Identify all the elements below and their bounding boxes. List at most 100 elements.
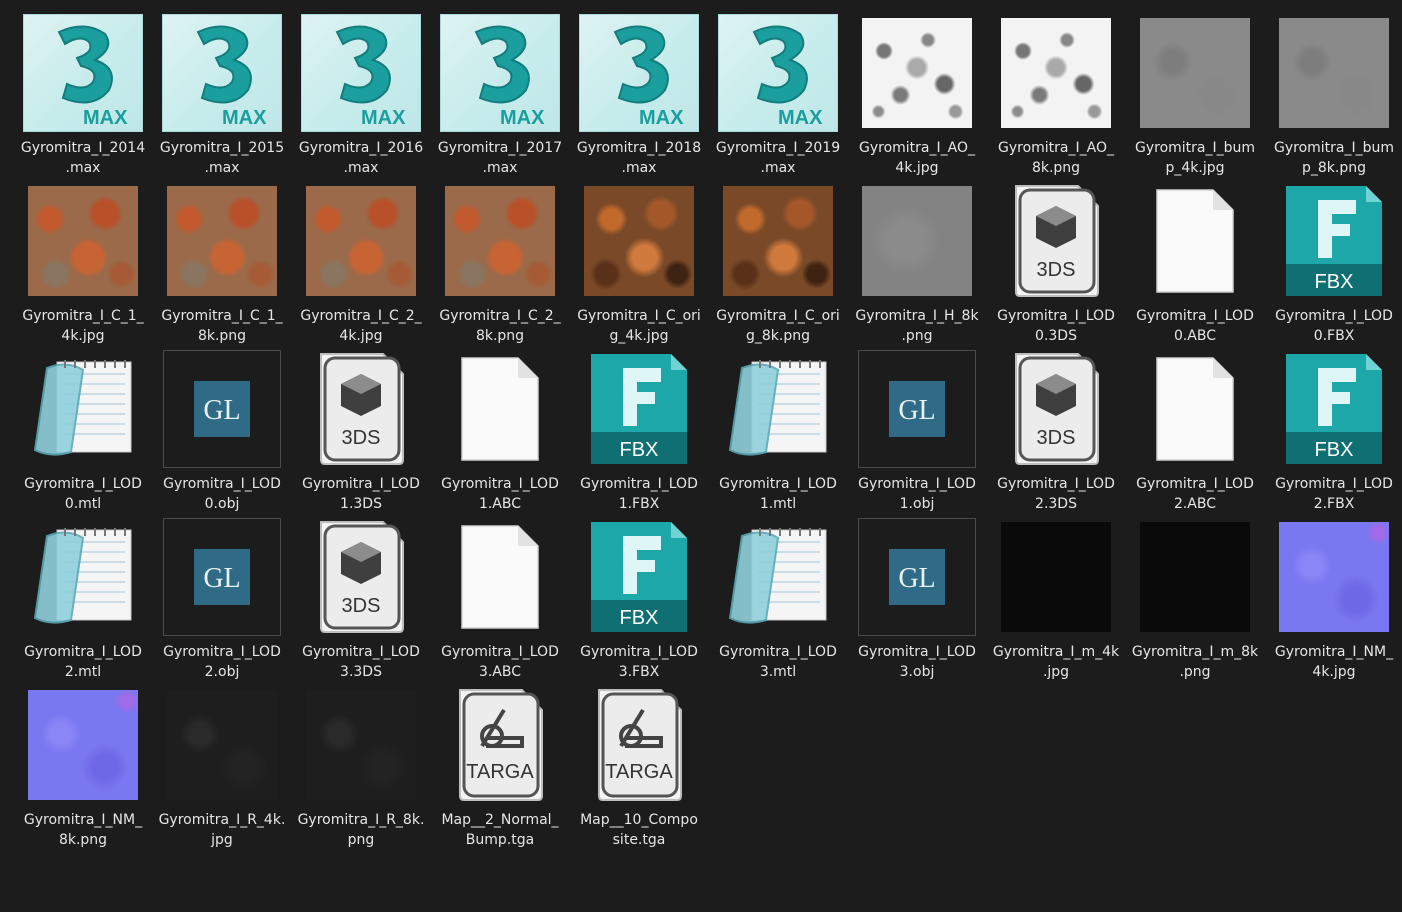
file-item[interactable]: TARGA Map__2_Normal_ Bump.tga: [432, 680, 568, 848]
file-item[interactable]: Gyromitra_I_LOD 2.mtl: [15, 512, 151, 680]
3dsmax-icon: MAX: [436, 11, 564, 135]
notepad-icon: [19, 515, 147, 639]
file-item[interactable]: Gyromitra_I_LOD 2.ABC: [1127, 344, 1263, 512]
file-item[interactable]: Gyromitra_I_LOD 0.mtl: [15, 344, 151, 512]
3dsmax-icon: MAX: [714, 11, 842, 135]
texture-normal-thumbnail: [1270, 515, 1398, 639]
file-name-label: Gyromitra_I_LOD 0.ABC: [1136, 308, 1254, 344]
texture-color-thumbnail: [436, 179, 564, 303]
texture-rough-thumbnail: [297, 683, 425, 807]
file-item[interactable]: Gyromitra_I_LOD 3.ABC: [432, 512, 568, 680]
file-name-label: Gyromitra_I_LOD 1.FBX: [580, 476, 698, 512]
file-item[interactable]: Gyromitra_I_C_ori g_4k.jpg: [571, 176, 707, 344]
file-name-label: Gyromitra_I_LOD 3.ABC: [441, 644, 559, 680]
file-item[interactable]: TARGA Map__10_Compo site.tga: [571, 680, 707, 848]
file-item[interactable]: Gyromitra_I_NM_ 4k.jpg: [1266, 512, 1402, 680]
file-item[interactable]: Gyromitra_I_m_4k .jpg: [988, 512, 1124, 680]
file-item[interactable]: Gyromitra_I_C_2_ 8k.png: [432, 176, 568, 344]
glx-icon: GL: [158, 347, 286, 471]
max-badge-text: MAX: [222, 107, 267, 129]
file-name-label: Gyromitra_I_2016 .max: [298, 140, 424, 176]
file-item[interactable]: GL Gyromitra_I_LOD 2.obj: [154, 512, 290, 680]
file-item[interactable]: Gyromitra_I_H_8k .png: [849, 176, 985, 344]
file-item[interactable]: Gyromitra_I_bum p_4k.jpg: [1127, 8, 1263, 176]
file-name-label: Gyromitra_I_LOD 0.FBX: [1275, 308, 1393, 344]
file-item[interactable]: Gyromitra_I_m_8k .png: [1127, 512, 1263, 680]
file-name-label: Map__2_Normal_ Bump.tga: [441, 812, 559, 848]
file-item[interactable]: MAX Gyromitra_I_2016 .max: [293, 8, 429, 176]
glx-badge-text: GL: [898, 563, 935, 594]
file-item[interactable]: Gyromitra_I_NM_ 8k.png: [15, 680, 151, 848]
file-item[interactable]: 3DS Gyromitra_I_LOD 0.3DS: [988, 176, 1124, 344]
file-name-label: Gyromitra_I_bum p_8k.png: [1273, 140, 1395, 176]
file-item[interactable]: Gyromitra_I_LOD 0.ABC: [1127, 176, 1263, 344]
file-item[interactable]: GL Gyromitra_I_LOD 0.obj: [154, 344, 290, 512]
blank-file-icon: [1131, 179, 1259, 303]
file-name-label: Gyromitra_I_m_4k .jpg: [992, 644, 1120, 680]
file-item[interactable]: Gyromitra_I_R_8k. png: [293, 680, 429, 848]
file-item[interactable]: FBX Gyromitra_I_LOD 1.FBX: [571, 344, 707, 512]
file-name-label: Gyromitra_I_LOD 3.mtl: [719, 644, 837, 680]
texture-color-thumbnail: [19, 179, 147, 303]
fbx-icon: FBX: [1270, 179, 1398, 303]
file-item[interactable]: 3DS Gyromitra_I_LOD 3.3DS: [293, 512, 429, 680]
fbx-icon: FBX: [575, 347, 703, 471]
3ds-file-icon: 3DS: [297, 347, 425, 471]
3ds-file-icon: 3DS: [992, 179, 1120, 303]
file-name-label: Gyromitra_I_C_ori g_4k.jpg: [577, 308, 701, 344]
file-name-label: Gyromitra_I_LOD 0.obj: [163, 476, 281, 512]
max-badge-text: MAX: [83, 107, 128, 129]
targa-icon: TARGA: [436, 683, 564, 807]
file-name-label: Gyromitra_I_m_8k .png: [1131, 644, 1259, 680]
file-name-label: Gyromitra_I_2019 .max: [715, 140, 841, 176]
texture-ao-thumbnail: [853, 11, 981, 135]
file-item[interactable]: Gyromitra_I_LOD 1.mtl: [710, 344, 846, 512]
file-item[interactable]: Gyromitra_I_LOD 3.mtl: [710, 512, 846, 680]
file-name-label: Gyromitra_I_LOD 1.ABC: [441, 476, 559, 512]
file-item[interactable]: Gyromitra_I_LOD 1.ABC: [432, 344, 568, 512]
file-item[interactable]: Gyromitra_I_bum p_8k.png: [1266, 8, 1402, 176]
texture-color-thumbnail: [158, 179, 286, 303]
file-name-label: Gyromitra_I_C_1_ 4k.jpg: [22, 308, 144, 344]
texture-corig-thumbnail: [714, 179, 842, 303]
3dsmax-icon: MAX: [19, 11, 147, 135]
file-name-label: Gyromitra_I_LOD 2.obj: [163, 644, 281, 680]
3dsmax-icon: MAX: [297, 11, 425, 135]
glx-icon: GL: [853, 347, 981, 471]
texture-height-thumbnail: [853, 179, 981, 303]
max-badge-text: MAX: [778, 107, 823, 129]
texture-ao-thumbnail: [992, 11, 1120, 135]
file-item[interactable]: 3DS Gyromitra_I_LOD 1.3DS: [293, 344, 429, 512]
file-item[interactable]: Gyromitra_I_C_2_ 4k.jpg: [293, 176, 429, 344]
file-item[interactable]: FBX Gyromitra_I_LOD 0.FBX: [1266, 176, 1402, 344]
fbx-badge-text: FBX: [1315, 271, 1354, 293]
file-item[interactable]: 3DS Gyromitra_I_LOD 2.3DS: [988, 344, 1124, 512]
max-badge-text: MAX: [361, 107, 406, 129]
file-item[interactable]: MAX Gyromitra_I_2018 .max: [571, 8, 707, 176]
3ds-badge-text: 3DS: [1037, 427, 1076, 449]
file-item[interactable]: Gyromitra_I_AO_ 8k.png: [988, 8, 1124, 176]
file-name-label: Gyromitra_I_R_4k. jpg: [158, 812, 286, 848]
file-item[interactable]: GL Gyromitra_I_LOD 1.obj: [849, 344, 985, 512]
file-item[interactable]: Gyromitra_I_R_4k. jpg: [154, 680, 290, 848]
file-item[interactable]: GL Gyromitra_I_LOD 3.obj: [849, 512, 985, 680]
file-item[interactable]: Gyromitra_I_AO_ 4k.jpg: [849, 8, 985, 176]
file-item[interactable]: MAX Gyromitra_I_2015 .max: [154, 8, 290, 176]
file-item[interactable]: FBX Gyromitra_I_LOD 2.FBX: [1266, 344, 1402, 512]
fbx-badge-text: FBX: [620, 607, 659, 629]
file-item[interactable]: FBX Gyromitra_I_LOD 3.FBX: [571, 512, 707, 680]
fbx-icon: FBX: [1270, 347, 1398, 471]
file-item[interactable]: Gyromitra_I_C_ori g_8k.png: [710, 176, 846, 344]
file-name-label: Gyromitra_I_C_2_ 8k.png: [439, 308, 561, 344]
file-item[interactable]: MAX Gyromitra_I_2014 .max: [15, 8, 151, 176]
fbx-badge-text: FBX: [620, 439, 659, 461]
3ds-file-icon: 3DS: [992, 347, 1120, 471]
file-name-label: Gyromitra_I_LOD 0.3DS: [997, 308, 1115, 344]
file-item[interactable]: MAX Gyromitra_I_2019 .max: [710, 8, 846, 176]
file-item[interactable]: Gyromitra_I_C_1_ 4k.jpg: [15, 176, 151, 344]
file-item[interactable]: Gyromitra_I_C_1_ 8k.png: [154, 176, 290, 344]
blank-file-icon: [1131, 347, 1259, 471]
file-item[interactable]: MAX Gyromitra_I_2017 .max: [432, 8, 568, 176]
3dsmax-icon: MAX: [575, 11, 703, 135]
texture-bump-thumbnail: [1131, 11, 1259, 135]
